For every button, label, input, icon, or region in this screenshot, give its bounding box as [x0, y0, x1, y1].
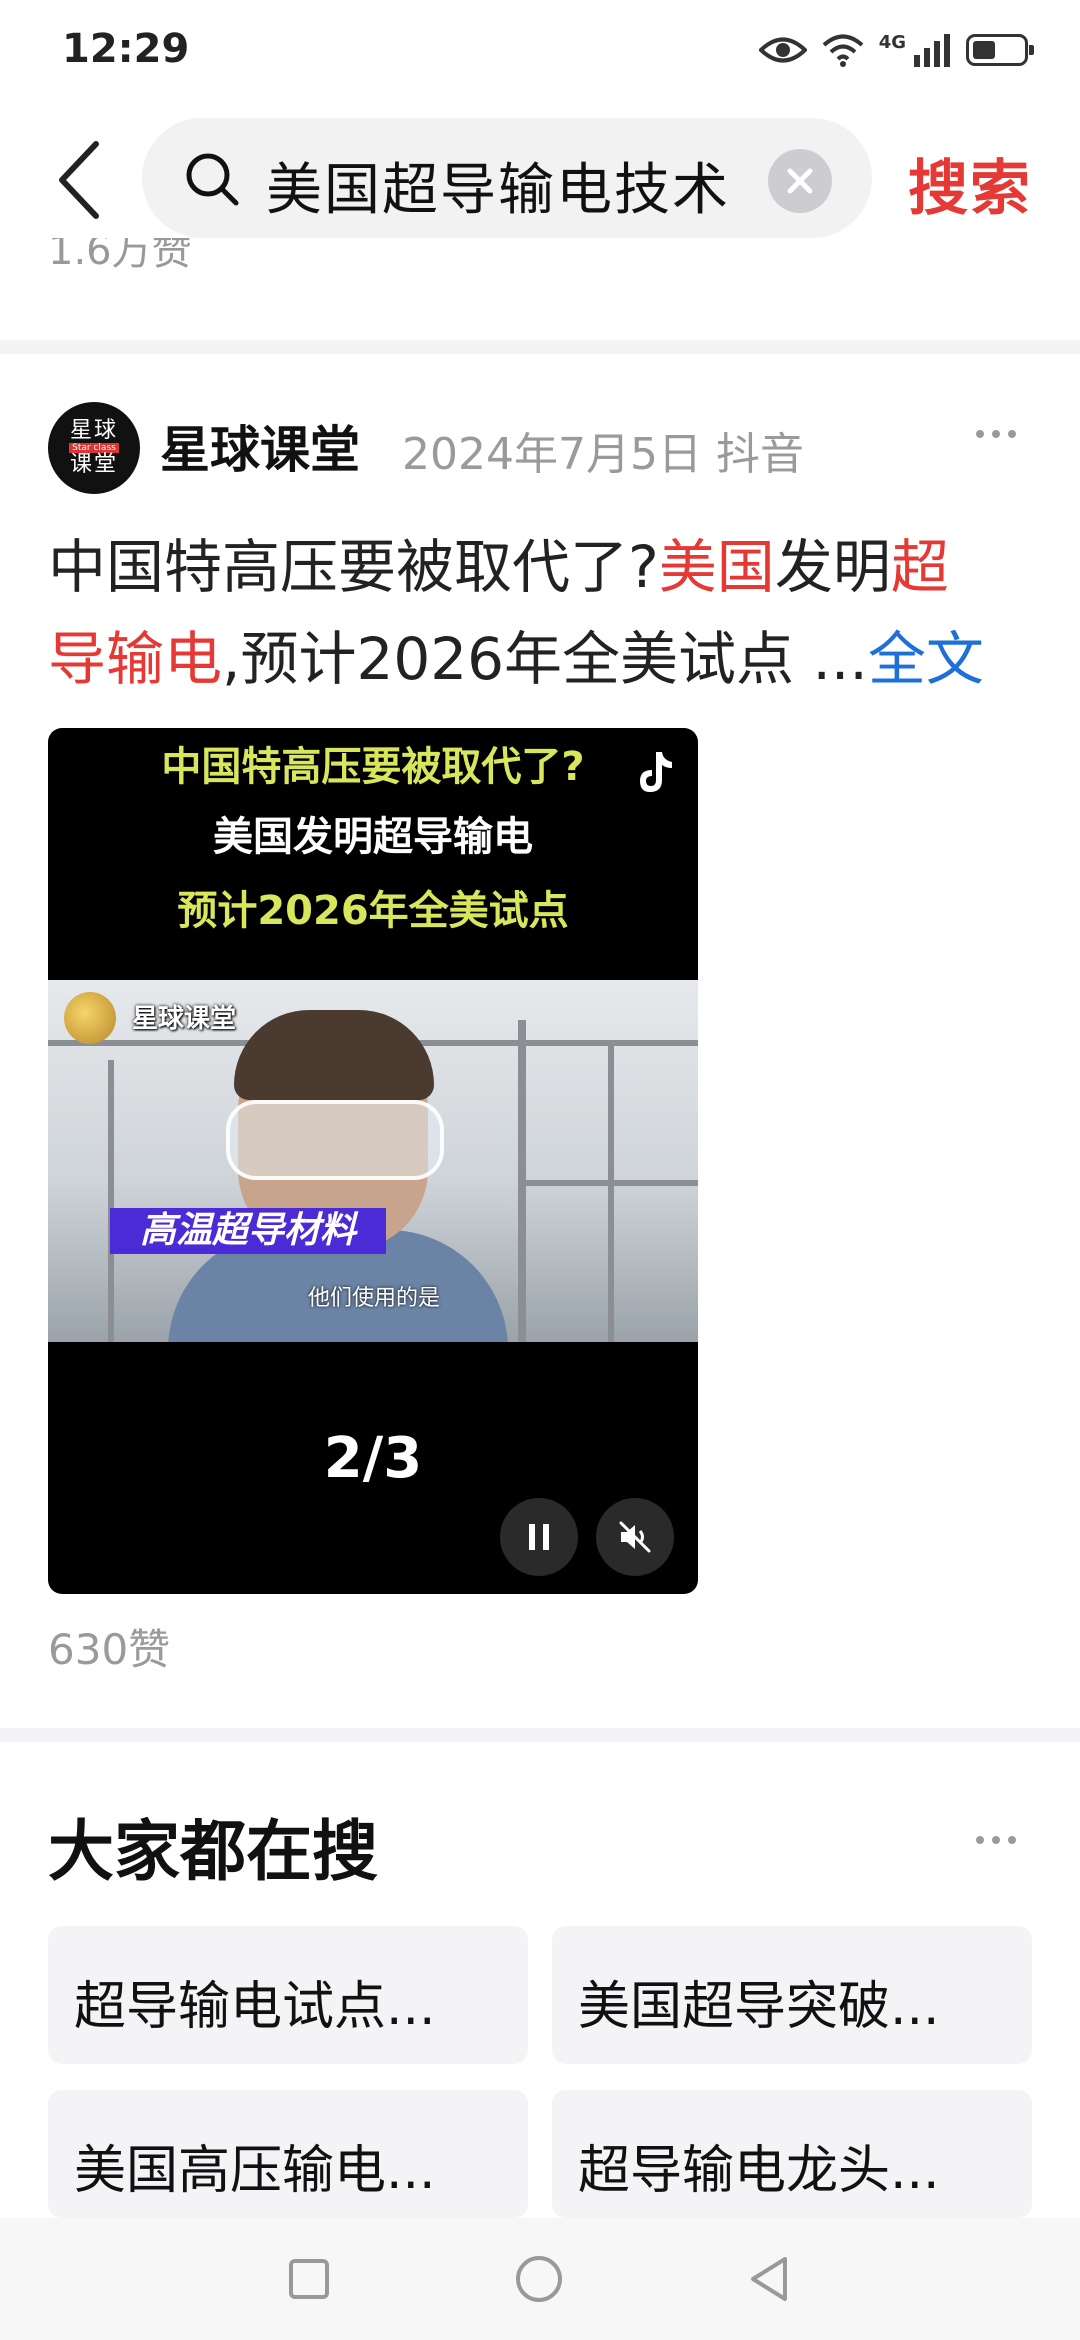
author-name[interactable]: 星球课堂: [160, 410, 360, 482]
video-caption-line-1: 中国特高压要被取代了?: [161, 744, 585, 790]
close-icon: [787, 168, 813, 194]
search-submit-button[interactable]: 搜索: [908, 140, 1032, 227]
channel-logo-icon: [64, 992, 116, 1044]
search-icon: [186, 153, 239, 206]
section-divider: [0, 1728, 1080, 1742]
video-subtitle: 他们使用的是: [308, 1286, 441, 1311]
battery-icon: [966, 34, 1034, 66]
dot: [976, 430, 984, 438]
nav-back-button[interactable]: [742, 2252, 796, 2306]
highlight-segment: 美国: [658, 533, 775, 601]
trending-chip-label: 美国超导突破...: [578, 1977, 940, 2037]
system-nav-bar: [0, 2218, 1080, 2340]
dot: [992, 430, 1000, 438]
dot: [976, 1836, 984, 1844]
eye-icon: [758, 37, 807, 63]
dot: [992, 1836, 1000, 1844]
channel-watermark: 星球课堂: [132, 1004, 237, 1034]
post-text-line-1[interactable]: 中国特高压要被取代了?美国发明超: [48, 520, 949, 604]
status-time: 12:29: [62, 26, 190, 72]
previous-result-likes: 1.6万赞: [48, 238, 192, 274]
circle-icon: [516, 2256, 562, 2302]
mute-button[interactable]: [596, 1498, 674, 1576]
video-frame: 星球课堂 高温超导材料 他们使用的是: [48, 980, 698, 1342]
author-avatar[interactable]: 星球 Star class 课堂: [48, 402, 140, 494]
avatar-text-bottom: 课堂: [69, 452, 118, 477]
trending-chip-label: 美国高压输电...: [74, 2141, 436, 2201]
post-meta: 2024年7月5日 抖音: [402, 418, 804, 482]
highlight-segment: 导输电: [48, 625, 223, 693]
safety-goggles: [226, 1100, 444, 1180]
back-button[interactable]: [48, 138, 108, 222]
highlight-segment: 超: [890, 533, 949, 601]
section-divider: [0, 340, 1080, 354]
trending-chip[interactable]: 美国高压输电...: [48, 2090, 528, 2218]
topic-banner: 高温超导材料: [110, 1208, 386, 1254]
post-text-line-2[interactable]: 导输电,预计2026年全美试点 ...全文: [48, 612, 984, 696]
pause-icon: [529, 1524, 549, 1550]
nav-recents-button[interactable]: [282, 2252, 336, 2306]
post-date: 2024年7月5日: [402, 429, 702, 480]
trending-chip[interactable]: 超导输电试点...: [48, 1926, 528, 2064]
post-source: 抖音: [715, 429, 804, 480]
square-icon: [289, 2259, 329, 2299]
video-caption-line-3: 预计2026年全美试点: [177, 888, 569, 934]
search-input[interactable]: 美国超导输电技术: [266, 145, 730, 226]
full-text-link[interactable]: 全文: [868, 625, 984, 693]
tiktok-icon: [640, 752, 672, 792]
post-more-button[interactable]: [976, 430, 1016, 438]
trending-title: 大家都在搜: [48, 1813, 378, 1890]
triangle-back-icon: [751, 2257, 787, 2301]
network-type-label: 4G: [878, 31, 906, 53]
dot: [1008, 1836, 1016, 1844]
text-segment: ,预计2026年全美试点 ...: [222, 625, 868, 693]
avatar-text-top: 星球: [69, 418, 118, 443]
clear-search-button[interactable]: [768, 149, 832, 213]
status-icons: 4G: [758, 28, 1034, 72]
trending-chip[interactable]: 超导输电龙头...: [552, 2090, 1032, 2218]
text-segment: 中国特高压要被取代了?: [48, 533, 659, 601]
pause-button[interactable]: [500, 1498, 578, 1576]
signal-icon: [914, 34, 950, 67]
trending-chip[interactable]: 美国超导突破...: [552, 1926, 1032, 2064]
text-segment: 发明: [774, 533, 891, 601]
search-box[interactable]: 美国超导输电技术: [142, 118, 872, 238]
video-caption-line-2: 美国发明超导输电: [213, 814, 533, 860]
chevron-left-icon: [59, 141, 99, 219]
post-likes[interactable]: 630赞: [48, 1616, 170, 1677]
page-indicator: 2/3: [323, 1426, 423, 1491]
video-player[interactable]: 中国特高压要被取代了? 美国发明超导输电 预计2026年全美试点 星球课堂 高温…: [48, 728, 698, 1594]
dot: [1008, 430, 1016, 438]
nav-home-button[interactable]: [512, 2252, 566, 2306]
muted-speaker-icon: [619, 1521, 651, 1553]
wifi-icon: [822, 34, 864, 67]
trending-more-button[interactable]: [976, 1836, 1016, 1844]
trending-chip-label: 超导输电龙头...: [578, 2141, 940, 2201]
trending-chip-label: 超导输电试点...: [74, 1977, 436, 2037]
